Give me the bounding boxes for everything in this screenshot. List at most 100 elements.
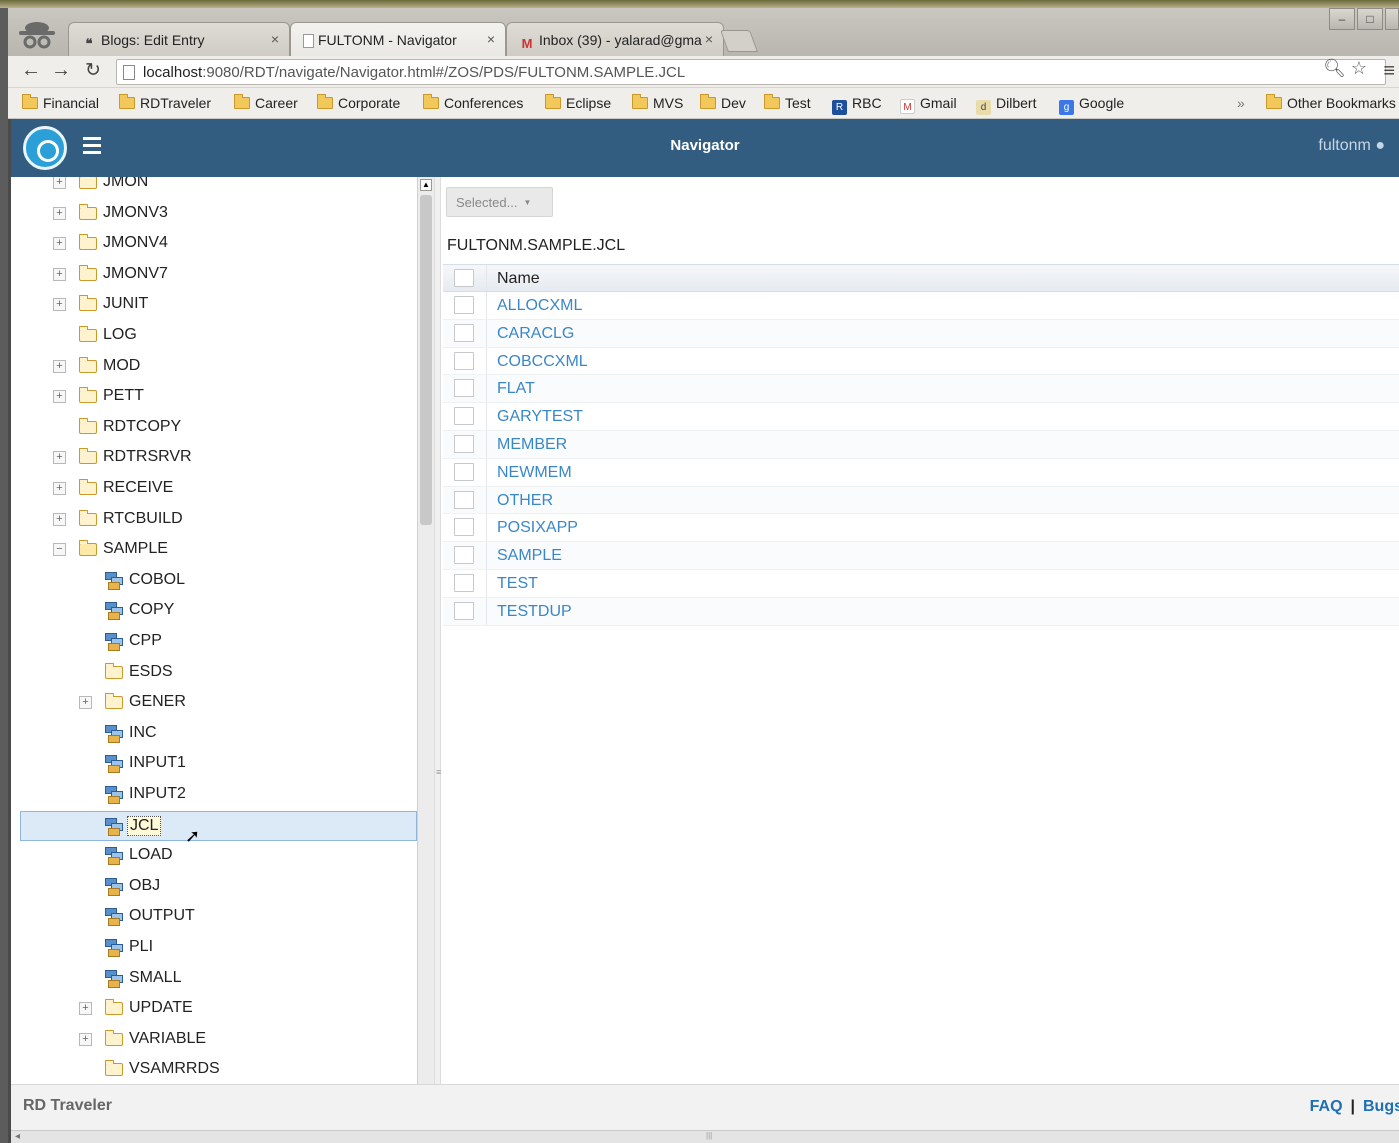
table-row[interactable]: FLAT [443,375,1399,404]
reload-icon[interactable]: ↻ [80,59,106,82]
row-checkbox[interactable] [454,518,474,537]
forward-arrow-icon[interactable]: → [48,59,74,82]
tree-item[interactable]: + GENER [11,688,417,718]
member-link[interactable]: FLAT [497,380,535,398]
tree-item[interactable]: JCL ➚ [20,810,417,846]
select-all-checkbox[interactable] [454,269,474,287]
faq-link[interactable]: FAQ [1310,1098,1343,1115]
tree-item[interactable]: + PETT [11,382,417,412]
bugs-link[interactable]: Bugs [1363,1098,1399,1115]
member-link[interactable]: SAMPLE [497,547,562,565]
collapse-icon[interactable]: − [53,543,66,557]
row-checkbox[interactable] [454,351,474,370]
table-row[interactable]: CARACLG [443,319,1399,348]
tree-item[interactable]: + JMONV3 [11,199,417,229]
tree-item[interactable]: CPP [11,627,417,657]
tree-item[interactable]: OBJ [11,872,417,902]
tree-item[interactable]: + MOD [11,352,417,382]
tree-item[interactable]: + RTCBUILD [11,505,417,535]
member-link[interactable]: COBCCXML [497,353,588,371]
expand-icon[interactable]: + [53,177,66,189]
bookmark-dilbert[interactable]: d Dilbert [976,95,1036,115]
row-checkbox[interactable] [454,379,474,398]
tab-gmail[interactable]: M Inbox (39) - yalarad@gma × [506,22,724,56]
tree-item[interactable]: SMALL [11,964,417,994]
bookmark-gmail[interactable]: M Gmail [900,95,957,114]
row-checkbox[interactable] [454,296,474,314]
user-menu[interactable]: fultonm ● [1318,137,1385,155]
member-link[interactable]: CARACLG [497,325,574,343]
close-tab-icon[interactable]: × [705,31,713,47]
table-row[interactable]: GARYTEST [443,403,1399,431]
tree-item[interactable]: + RDTRSRVR [11,443,417,473]
tree-item[interactable]: RDTCOPY [11,413,417,443]
member-link[interactable]: NEWMEM [497,464,572,482]
bookmark-mvs[interactable]: MVS [632,94,683,111]
scrollbar-thumb[interactable] [420,195,432,525]
tree-item[interactable]: COBOL [11,566,417,596]
table-row[interactable]: OTHER [443,486,1399,515]
member-link[interactable]: OTHER [497,492,553,510]
bookmark-google[interactable]: g Google [1059,95,1124,115]
bookmark-test[interactable]: Test [764,94,811,111]
row-checkbox[interactable] [454,434,474,453]
expand-icon[interactable]: + [53,206,66,220]
tree-item[interactable]: OUTPUT [11,902,417,932]
member-link[interactable]: ALLOCXML [497,297,582,315]
close-tab-icon[interactable]: × [487,31,495,47]
tree-item[interactable]: LOAD [11,841,417,871]
bookmark-dev[interactable]: Dev [700,94,746,111]
expand-icon[interactable]: + [53,237,66,251]
bookmark-financial[interactable]: Financial [22,94,99,111]
close-window-button[interactable] [1385,8,1399,30]
expand-icon[interactable]: + [53,482,66,495]
close-tab-icon[interactable]: × [271,31,279,47]
column-header-name[interactable]: Name [497,270,540,288]
member-link[interactable]: TEST [497,575,538,593]
tree-scrollbar[interactable]: ▲ [417,177,434,1084]
expand-icon[interactable]: + [53,298,66,312]
row-checkbox[interactable] [454,573,474,592]
tree-item[interactable]: + RECEIVE [11,474,417,504]
member-link[interactable]: GARYTEST [497,408,583,426]
expand-icon[interactable]: + [79,1032,92,1046]
tree-item[interactable]: + JMONV4 [11,229,417,259]
member-link[interactable]: TESTDUP [497,603,572,621]
table-row[interactable]: COBCCXML [443,347,1399,376]
expand-icon[interactable]: + [53,390,66,404]
tree-item[interactable]: − SAMPLE [11,535,417,565]
bookmarks-overflow[interactable]: » [1237,95,1245,111]
expand-icon[interactable]: + [53,267,66,281]
tab-blogs[interactable]: ❝ Blogs: Edit Entry × [68,22,290,56]
horizontal-scrollbar[interactable]: ◂ ||| [11,1130,1399,1143]
expand-icon[interactable]: + [53,512,66,526]
bookmark-conferences[interactable]: Conferences [423,94,523,111]
address-bar[interactable]: localhost:9080/RDT/navigate/Navigator.ht… [116,59,1386,85]
table-row[interactable]: SAMPLE [443,542,1399,570]
zoom-bookmark-icons[interactable]: 🔍︎ ☆ [1323,58,1367,79]
table-row[interactable]: POSIXAPP [443,514,1399,543]
table-row[interactable]: TESTDUP [443,597,1399,626]
row-checkbox[interactable] [454,601,474,620]
bookmark-career[interactable]: Career [234,94,298,111]
pane-splitter[interactable]: ≡ [434,177,441,1084]
expand-icon[interactable]: + [79,696,92,710]
bookmark-rdtraveler[interactable]: RDTraveler [119,94,211,111]
expand-icon[interactable]: + [53,451,66,465]
tree-item[interactable]: INC [11,719,417,749]
row-checkbox[interactable] [454,407,474,426]
other-bookmarks[interactable]: Other Bookmarks [1266,94,1396,111]
row-checkbox[interactable] [454,546,474,565]
member-link[interactable]: POSIXAPP [497,519,578,537]
selected-actions-button[interactable]: Selected... ▼ [446,187,553,217]
row-checkbox[interactable] [454,490,474,509]
tree-item[interactable]: COPY [11,596,417,626]
maximize-button[interactable]: □ [1357,8,1383,30]
bookmark-eclipse[interactable]: Eclipse [545,94,611,111]
tree-item[interactable]: ESDS [11,658,417,688]
tree-item[interactable]: INPUT1 [11,749,417,779]
table-row[interactable]: ALLOCXML [443,292,1399,320]
table-row[interactable]: MEMBER [443,430,1399,459]
tree-item[interactable]: + VARIABLE [11,1025,417,1055]
table-row[interactable]: NEWMEM [443,458,1399,487]
